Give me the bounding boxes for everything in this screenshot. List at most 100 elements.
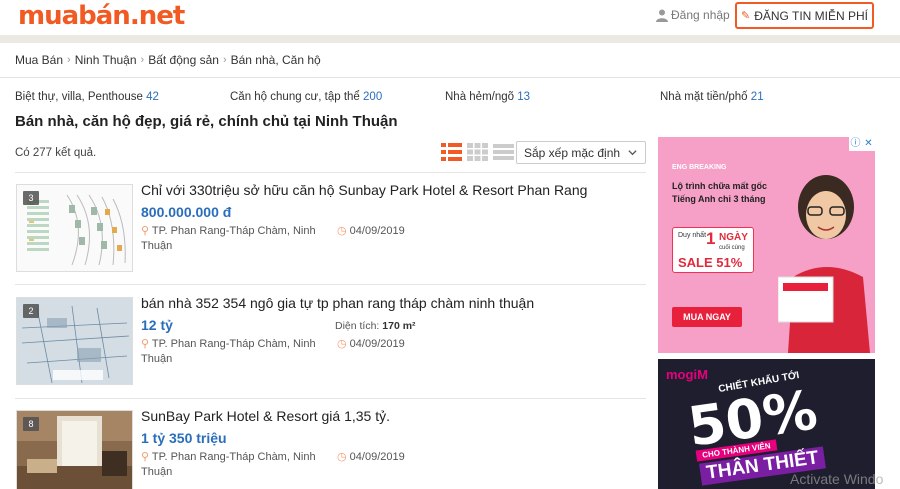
listing-item[interactable]: 8 SunBay Park Hotel & Resort giá 1,35 tỷ…	[15, 408, 646, 489]
view-toggle-group	[441, 142, 514, 162]
map-pin-icon: ⚲	[141, 451, 150, 463]
listing-date: ◷ 04/09/2019	[337, 337, 405, 350]
listing-date: ◷ 04/09/2019	[337, 450, 405, 463]
os-activation-watermark: Activate Windo	[790, 471, 884, 487]
listing-location: ⚲ TP. Phan Rang-Tháp Chàm, Ninh Thuận	[141, 337, 321, 367]
login-link[interactable]: Đăng nhập	[656, 8, 730, 22]
listing-title[interactable]: SunBay Park Hotel & Resort giá 1,35 tỷ.	[141, 408, 390, 424]
chevron-right-icon: ›	[222, 54, 227, 66]
listing-price: 1 tỷ 350 triệu	[141, 430, 227, 446]
photo-count-badge: 8	[23, 417, 39, 431]
category-label: Nhà hẻm/ngõ	[445, 91, 515, 103]
date-text: 04/09/2019	[349, 225, 405, 237]
category-link-villa[interactable]: Biệt thự, villa, Penthouse 42	[15, 91, 159, 103]
date-text: 04/09/2019	[349, 451, 405, 463]
user-icon	[656, 9, 668, 22]
deal-prefix: Duy nhất	[678, 232, 707, 239]
listing-title[interactable]: bán nhà 352 354 ngô gia tự tp phan rang …	[141, 295, 534, 311]
login-label: Đăng nhập	[671, 8, 730, 22]
category-link-alley-house[interactable]: Nhà hẻm/ngõ 13	[445, 91, 530, 103]
ad-headline: Lộ trình chữa mất gốc Tiếng Anh chỉ 3 th…	[672, 181, 768, 204]
area-value: 170 m²	[382, 320, 416, 332]
listing-item[interactable]: 3 Chỉ với 330triệu sở hữu căn hộ Sunbay …	[15, 182, 646, 284]
mogi-brand-mark: M	[697, 367, 708, 382]
mogi-brand: mogi	[666, 367, 698, 382]
listing-thumbnail[interactable]: 8	[16, 410, 133, 489]
divider	[15, 398, 646, 399]
chevron-right-icon: ›	[67, 54, 71, 66]
clock-icon: ◷	[337, 225, 347, 237]
breadcrumb-item[interactable]: Mua Bán	[15, 53, 63, 67]
chevron-down-icon	[628, 150, 637, 156]
listing-thumbnail[interactable]: 3	[16, 184, 133, 272]
category-link-apartment[interactable]: Căn hộ chung cư, tập thể 200	[230, 91, 382, 103]
location-text: TP. Phan Rang-Tháp Chàm, Ninh Thuận	[141, 338, 316, 365]
ad-controls: ⓘ ✕	[849, 137, 875, 151]
divider	[15, 172, 646, 173]
photo-count-badge: 2	[23, 304, 39, 318]
ad-close-icon[interactable]: ✕	[862, 137, 875, 151]
breadcrumb-item[interactable]: Bất động sản	[148, 53, 219, 67]
category-count: 200	[363, 91, 383, 103]
listing-title[interactable]: Chỉ với 330triệu sở hữu căn hộ Sunbay Pa…	[141, 182, 587, 198]
breadcrumb: Mua Bán › Ninh Thuận › Bất động sản › Bá…	[15, 53, 321, 67]
ad-deal-box: Duy nhất 1 NGÀY cuối cùng SALE 51%	[672, 227, 754, 273]
divider	[0, 77, 900, 78]
grid-view-icon[interactable]	[467, 142, 488, 162]
map-pin-icon: ⚲	[141, 338, 150, 350]
child-photo-image	[778, 175, 870, 353]
post-ad-button[interactable]: ✎ ĐĂNG TIN MIỄN PHÍ	[735, 2, 874, 29]
date-text: 04/09/2019	[349, 338, 405, 350]
location-text: TP. Phan Rang-Tháp Chàm, Ninh Thuận	[141, 225, 316, 252]
compact-view-icon[interactable]	[493, 142, 514, 162]
logo-main: muabán	[18, 1, 131, 31]
category-count: 21	[750, 91, 764, 103]
category-count: 42	[146, 91, 159, 103]
category-link-street-house[interactable]: Nhà mặt tiền/phố 21	[660, 91, 764, 103]
divider	[15, 284, 646, 285]
location-text: TP. Phan Rang-Tháp Chàm, Ninh Thuận	[141, 451, 316, 478]
pencil-icon: ✎	[740, 10, 751, 22]
site-header: muabán.net Đăng nhập ✎ ĐĂNG TIN MIỄN PHÍ	[0, 0, 900, 34]
listing-price: 800.000.000 đ	[141, 204, 232, 220]
listing-price: 12 tỷ	[141, 317, 173, 333]
category-label: Biệt thự, villa, Penthouse	[15, 91, 143, 103]
chevron-right-icon: ›	[140, 54, 145, 66]
deal-sale: SALE 51%	[678, 255, 743, 270]
list-view-icon[interactable]	[441, 142, 462, 162]
deal-note: cuối cùng	[719, 245, 745, 251]
category-label: Nhà mặt tiền/phố	[660, 91, 748, 103]
ad-banner-mogi[interactable]: mogiM CHIẾT KHẤU TỚI 50% CHO THÀNH VIÊN …	[658, 359, 875, 489]
site-logo[interactable]: muabán.net	[18, 1, 186, 31]
deal-number: 1	[706, 229, 716, 248]
listing-area: Diện tích: 170 m²	[335, 320, 416, 332]
ad-brand: ENG BREAKING	[672, 164, 727, 171]
result-count: Có 277 kết quả.	[15, 147, 97, 159]
clock-icon: ◷	[337, 338, 347, 350]
deal-unit: NGÀY	[719, 232, 748, 243]
area-label: Diện tích:	[335, 320, 380, 332]
sort-selected: Sắp xếp mặc định	[524, 145, 621, 160]
sort-select[interactable]: Sắp xếp mặc định	[516, 141, 646, 164]
category-label: Căn hộ chung cư, tập thể	[230, 91, 360, 103]
logo-dot: .	[129, 1, 140, 31]
listing-location: ⚲ TP. Phan Rang-Tháp Chàm, Ninh Thuận	[141, 450, 321, 480]
logo-tld: net	[138, 1, 186, 31]
map-pin-icon: ⚲	[141, 225, 150, 237]
post-ad-label: ĐĂNG TIN MIỄN PHÍ	[754, 8, 868, 23]
ad-banner-english-course[interactable]: ⓘ ✕ ENG BREAKING Lộ trình chữa mất gốc T…	[658, 137, 875, 353]
listing-item[interactable]: 2 bán nhà 352 354 ngô gia tự tp phan ran…	[15, 295, 646, 397]
photo-count-badge: 3	[23, 191, 39, 205]
listing-location: ⚲ TP. Phan Rang-Tháp Chàm, Ninh Thuận	[141, 224, 321, 254]
header-divider-bar	[0, 35, 900, 43]
ad-buy-now-button[interactable]: MUA NGAY	[672, 307, 742, 327]
clock-icon: ◷	[337, 451, 347, 463]
page-title: Bán nhà, căn hộ đẹp, giá rẻ, chính chủ t…	[15, 113, 398, 130]
breadcrumb-item[interactable]: Bán nhà, Căn hộ	[231, 53, 321, 67]
breadcrumb-item[interactable]: Ninh Thuận	[75, 53, 137, 67]
ad-info-icon[interactable]: ⓘ	[849, 137, 862, 151]
listing-thumbnail[interactable]: 2	[16, 297, 133, 385]
mogi-logo: mogiM	[666, 367, 708, 382]
listing-date: ◷ 04/09/2019	[337, 224, 405, 237]
category-count: 13	[517, 91, 531, 103]
